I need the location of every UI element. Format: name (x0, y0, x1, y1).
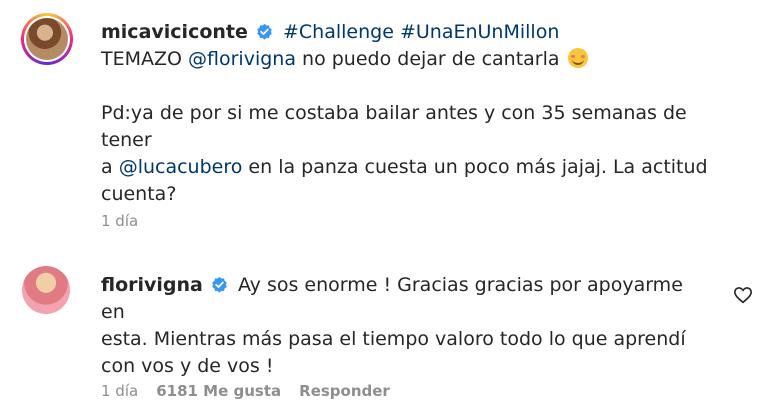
comment-timestamp[interactable]: 1 día (101, 212, 138, 230)
comment-meta-florivigna: 1 día 6181 Me gusta Responder (101, 382, 390, 400)
like-count[interactable]: 6181 Me gusta (156, 382, 281, 400)
comment-line: a @lucacubero en la panza cuesta un poco… (101, 154, 712, 181)
comment-text: en la panza cuesta un poco más jajaj. La… (248, 156, 708, 178)
avatar-photo (26, 18, 68, 60)
username-micaviciconte[interactable]: micaviciconte (101, 21, 248, 43)
smiling-face-with-hearts-icon (567, 48, 588, 68)
comment-text: TEMAZO (101, 48, 182, 70)
comment-text: esta. Mientras más pasa el tiempo valoro… (101, 328, 686, 350)
verified-badge-icon (212, 276, 227, 293)
heart-outline-icon[interactable] (733, 286, 753, 304)
comment-text: Pd:ya de por si me costaba bailar antes … (101, 102, 687, 151)
comment-timestamp[interactable]: 1 día (101, 382, 138, 400)
mention-lucacubero[interactable]: @lucacubero (119, 156, 243, 178)
comment-text: con vos y de vos ! (101, 355, 274, 377)
reply-button[interactable]: Responder (299, 382, 390, 400)
comment-line: TEMAZO @florivigna no puedo dejar de can… (101, 46, 712, 73)
florivigna-avatar[interactable] (22, 266, 70, 314)
comment-line: cuenta? (101, 181, 712, 208)
comment-line: esta. Mientras más pasa el tiempo valoro… (101, 326, 712, 353)
comment-text: no puedo dejar de cantarla (302, 48, 560, 70)
comment-body-florivigna: florivigna Ay sos enorme ! Gracias graci… (101, 272, 712, 380)
comment-line: Pd:ya de por si me costaba bailar antes … (101, 100, 712, 154)
avatar-ring-gap (24, 16, 70, 62)
hashtag-unaenunmillon[interactable]: #UnaEnUnMillon (400, 21, 559, 43)
comment-line: micaviciconte #Challenge #UnaEnUnMillon (101, 19, 712, 46)
comment-line: con vos y de vos ! (101, 353, 712, 380)
mention-florivigna[interactable]: @florivigna (188, 48, 296, 70)
comment-text: cuenta? (101, 183, 177, 205)
comment-meta-micaviciconte: 1 día (101, 212, 138, 230)
username-florivigna[interactable]: florivigna (101, 274, 203, 296)
comment-body-micaviciconte: micaviciconte #Challenge #UnaEnUnMillon … (101, 19, 712, 208)
verified-badge-icon (257, 23, 272, 40)
comment-text: a (101, 156, 113, 178)
comment-line: florivigna Ay sos enorme ! Gracias graci… (101, 272, 712, 326)
micaviciconte-avatar[interactable] (21, 13, 73, 65)
hashtag-challenge[interactable]: #Challenge (283, 21, 394, 43)
